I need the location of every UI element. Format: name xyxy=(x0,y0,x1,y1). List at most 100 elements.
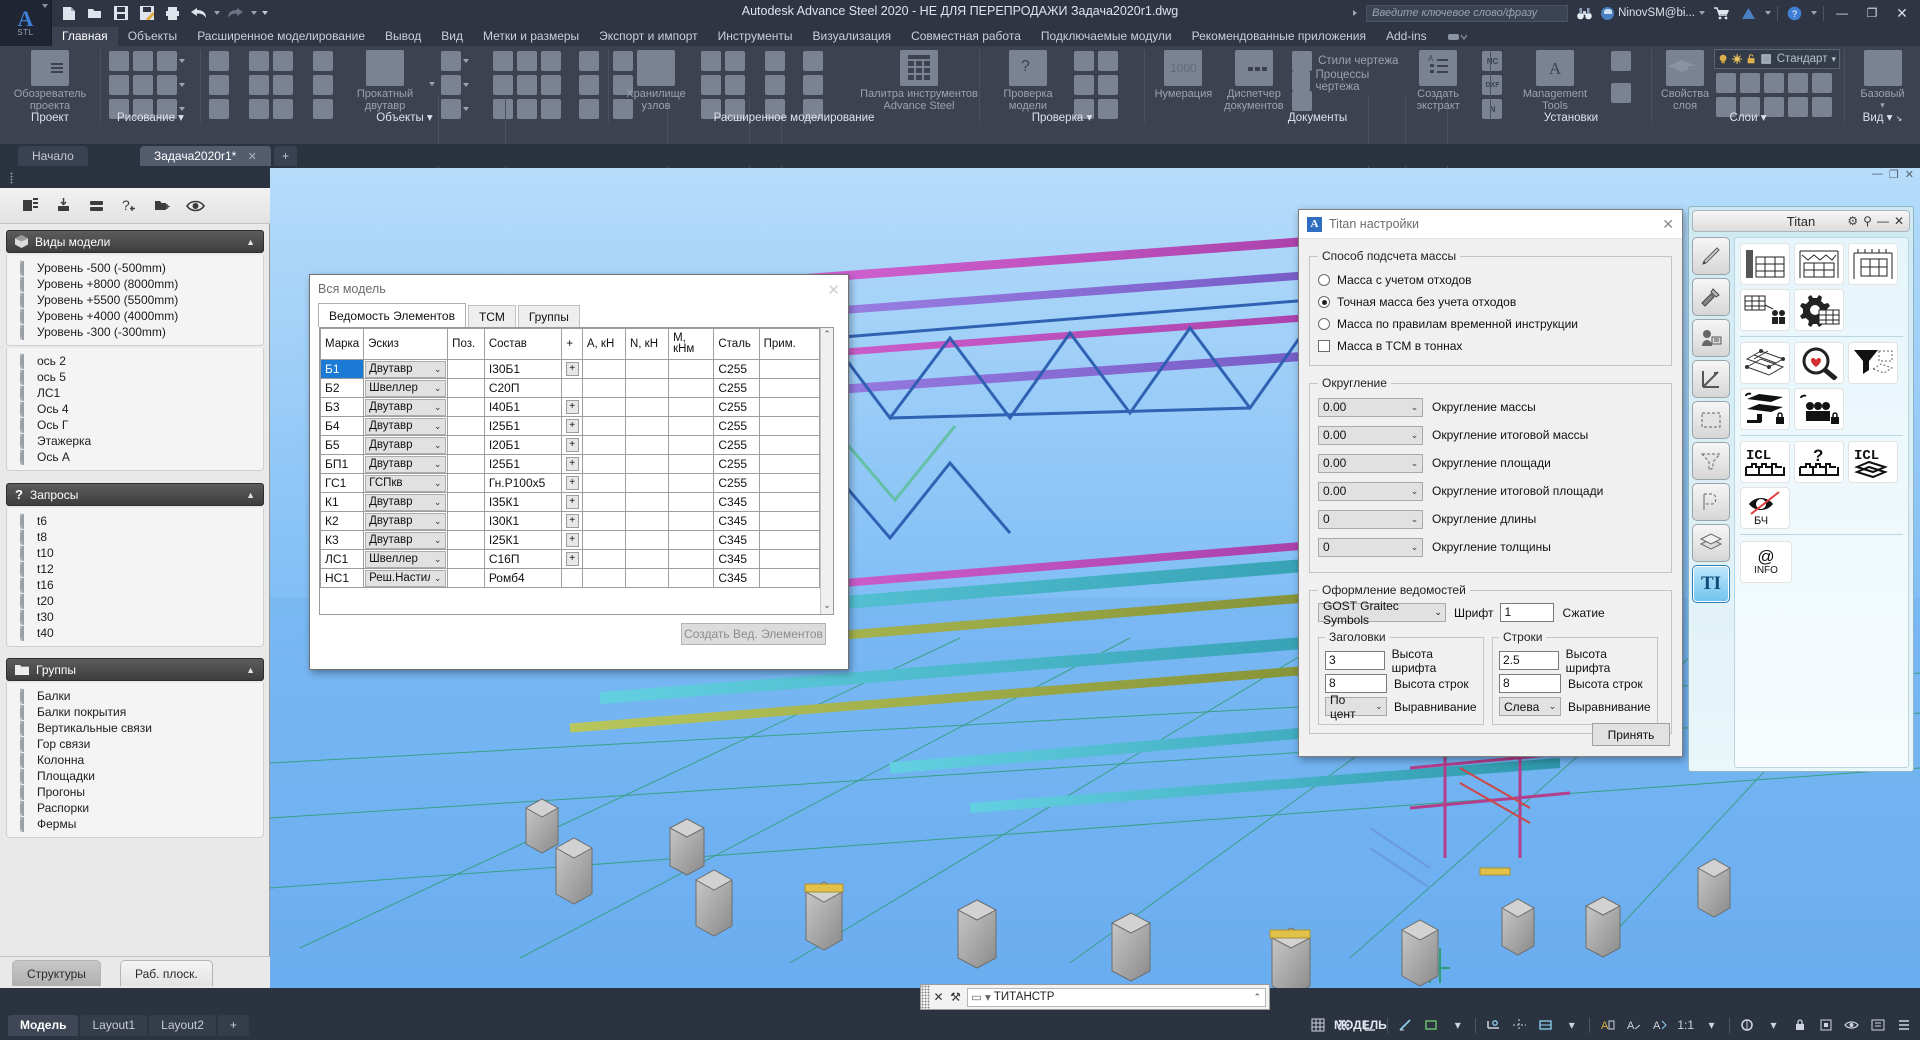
table-row[interactable]: Б4 Двутавр ⌄ I25Б1 + C255 xyxy=(320,416,821,436)
layout-tab-add[interactable]: + xyxy=(217,1014,249,1036)
scroll-down-icon[interactable]: ⌄ xyxy=(821,599,833,612)
draw-point-icon[interactable] xyxy=(133,51,153,71)
cell-stal[interactable]: C345 xyxy=(713,568,760,588)
cell-expand[interactable]: + xyxy=(561,511,583,531)
document-manager-button[interactable]: Диспетчер документов xyxy=(1218,46,1290,121)
search-input[interactable]: Введите ключевое слово/фразу xyxy=(1366,4,1569,22)
bulb-icon[interactable] xyxy=(20,324,29,340)
rounding-select[interactable]: 0.00 ⌄ xyxy=(1318,453,1423,473)
eskiz-select[interactable]: Двутавр ⌄ xyxy=(365,417,447,435)
eskiz-select[interactable]: Швеллер ⌄ xyxy=(365,379,447,397)
cell-m[interactable] xyxy=(668,549,715,569)
list-item[interactable]: ось 5 xyxy=(7,369,263,385)
gear-table-icon[interactable] xyxy=(1794,289,1844,331)
scale-dropdown-icon[interactable]: ▾ xyxy=(1703,1017,1720,1034)
new-icon[interactable] xyxy=(58,3,79,24)
cell-expand[interactable]: + xyxy=(561,416,583,436)
col-sostav[interactable]: Состав xyxy=(483,328,563,360)
bolt-icon[interactable] xyxy=(249,75,269,95)
rounding-select[interactable]: 0.00 ⌄ xyxy=(1318,397,1423,417)
ribbon-tab-obekty[interactable]: Объекты xyxy=(118,27,188,46)
check-list-icon[interactable] xyxy=(1098,75,1118,95)
col-a[interactable]: A, кН xyxy=(581,328,626,360)
list-item[interactable]: t16 xyxy=(7,577,263,593)
chevron-up-icon[interactable]: ▲ xyxy=(246,237,255,247)
cell-sostav[interactable]: I25К1 xyxy=(483,530,563,550)
chevron-down-icon[interactable] xyxy=(1811,11,1817,15)
cell-a[interactable] xyxy=(581,416,626,436)
bulb-icon[interactable] xyxy=(20,292,29,308)
table-scrollbar[interactable]: ⌃ ⌄ xyxy=(820,328,833,614)
cell-a[interactable] xyxy=(581,397,626,417)
cell-n[interactable] xyxy=(624,549,670,569)
checkbox-mass-in-tsm-tons[interactable]: Масса в ТСМ в тоннах xyxy=(1318,335,1663,357)
col-stal[interactable]: Сталь xyxy=(713,328,760,360)
list-item[interactable]: t12 xyxy=(7,561,263,577)
col-poz[interactable]: Поз. xyxy=(447,328,485,360)
layer-color-icon[interactable] xyxy=(1760,53,1771,65)
document-tab-new[interactable]: + xyxy=(274,146,298,166)
fold-icon[interactable] xyxy=(1692,483,1730,521)
node-splice-icon[interactable] xyxy=(725,75,745,95)
panel-label-risovanie[interactable]: Рисование ▾ xyxy=(101,110,200,124)
tools-icon[interactable] xyxy=(1692,278,1730,316)
pencil-icon[interactable] xyxy=(1692,237,1730,275)
ribbon-tab-eksport-i-import[interactable]: Экспорт и импорт xyxy=(589,27,708,46)
auto-scale-icon[interactable]: A xyxy=(1651,1017,1668,1034)
ribbon-tab-add-ins[interactable]: Add-ins xyxy=(1376,27,1437,46)
table-row[interactable]: ЛС1 Швеллер ⌄ C16П + C345 xyxy=(320,549,821,569)
titan-settings-dialog[interactable]: A Titan настройки ✕ Способ подсчета масс… xyxy=(1298,209,1683,757)
cell-n[interactable] xyxy=(624,416,670,436)
draw-circle-icon[interactable] xyxy=(157,75,177,95)
cell-n[interactable] xyxy=(624,530,670,550)
rows-font-height-input[interactable]: 2.5 xyxy=(1499,651,1559,670)
column-table-icon[interactable] xyxy=(1740,243,1790,285)
chevron-down-icon[interactable] xyxy=(463,83,469,87)
cell-n[interactable] xyxy=(624,435,670,455)
cell-sostav[interactable]: Ромб4 xyxy=(483,568,563,588)
cell-expand[interactable]: + xyxy=(561,492,583,512)
ribbon-tab-vid[interactable]: Вид xyxy=(431,27,473,46)
list-item[interactable]: Вертикальные связи xyxy=(7,720,263,736)
ucs-icon[interactable] xyxy=(1537,1017,1554,1034)
gable-icon[interactable] xyxy=(765,75,785,95)
cell-marka[interactable]: Б5 xyxy=(320,435,365,455)
viewport-close-icon[interactable]: ✕ xyxy=(1905,168,1914,184)
roof-icon[interactable] xyxy=(765,51,785,71)
list-item[interactable]: ЛС1 xyxy=(7,385,263,401)
bulb-icon[interactable] xyxy=(20,401,29,417)
bulb-icon[interactable] xyxy=(20,417,29,433)
search-heart-icon[interactable] xyxy=(1794,342,1844,384)
annotation-visibility-icon[interactable]: A xyxy=(1625,1017,1642,1034)
layer-unlock-icon[interactable] xyxy=(1746,53,1756,65)
expand-button[interactable]: + xyxy=(565,495,579,509)
cell-marka[interactable]: Б2 xyxy=(320,378,365,398)
dropdown-icon[interactable]: ▾ xyxy=(1765,1017,1782,1034)
bulb-icon[interactable] xyxy=(20,385,29,401)
cell-sostav[interactable]: I25Б1 xyxy=(483,454,563,474)
accept-button[interactable]: Принять xyxy=(1592,723,1670,746)
close-button[interactable]: ✕ xyxy=(1890,3,1914,23)
redo-icon[interactable] xyxy=(225,3,246,24)
node-corner-icon[interactable] xyxy=(701,75,721,95)
icl-layers-icon[interactable]: ICL xyxy=(1848,441,1898,483)
mesh-pattern-icon[interactable] xyxy=(579,51,599,71)
cell-prim[interactable] xyxy=(758,511,821,531)
bulb-icon[interactable] xyxy=(20,545,29,561)
frame-table-icon[interactable] xyxy=(1794,243,1844,285)
filter-icon[interactable] xyxy=(1692,442,1730,480)
rounding-select[interactable]: 0 ⌄ xyxy=(1318,509,1423,529)
eskiz-select[interactable]: Двутавр ⌄ xyxy=(365,436,447,454)
beam-lock-icon[interactable] xyxy=(1740,388,1790,430)
funnel-icon[interactable] xyxy=(1848,342,1898,384)
table-row[interactable]: НС1 Реш.Настил ⌄ Ромб4 C345 xyxy=(320,568,821,588)
drawing-styles-label[interactable]: Стили чертежа xyxy=(1318,55,1398,67)
layer-dropdown-icon[interactable]: ▾ xyxy=(1831,54,1836,65)
lock-ui-icon[interactable] xyxy=(1791,1017,1808,1034)
cell-sostav[interactable]: I25Б1 xyxy=(483,416,563,436)
eskiz-select[interactable]: ГСПкв ⌄ xyxy=(365,474,447,492)
cell-a[interactable] xyxy=(581,378,626,398)
infocenter-expand-icon[interactable] xyxy=(1353,10,1360,16)
cell-prim[interactable] xyxy=(758,416,821,436)
cell-a[interactable] xyxy=(581,454,626,474)
